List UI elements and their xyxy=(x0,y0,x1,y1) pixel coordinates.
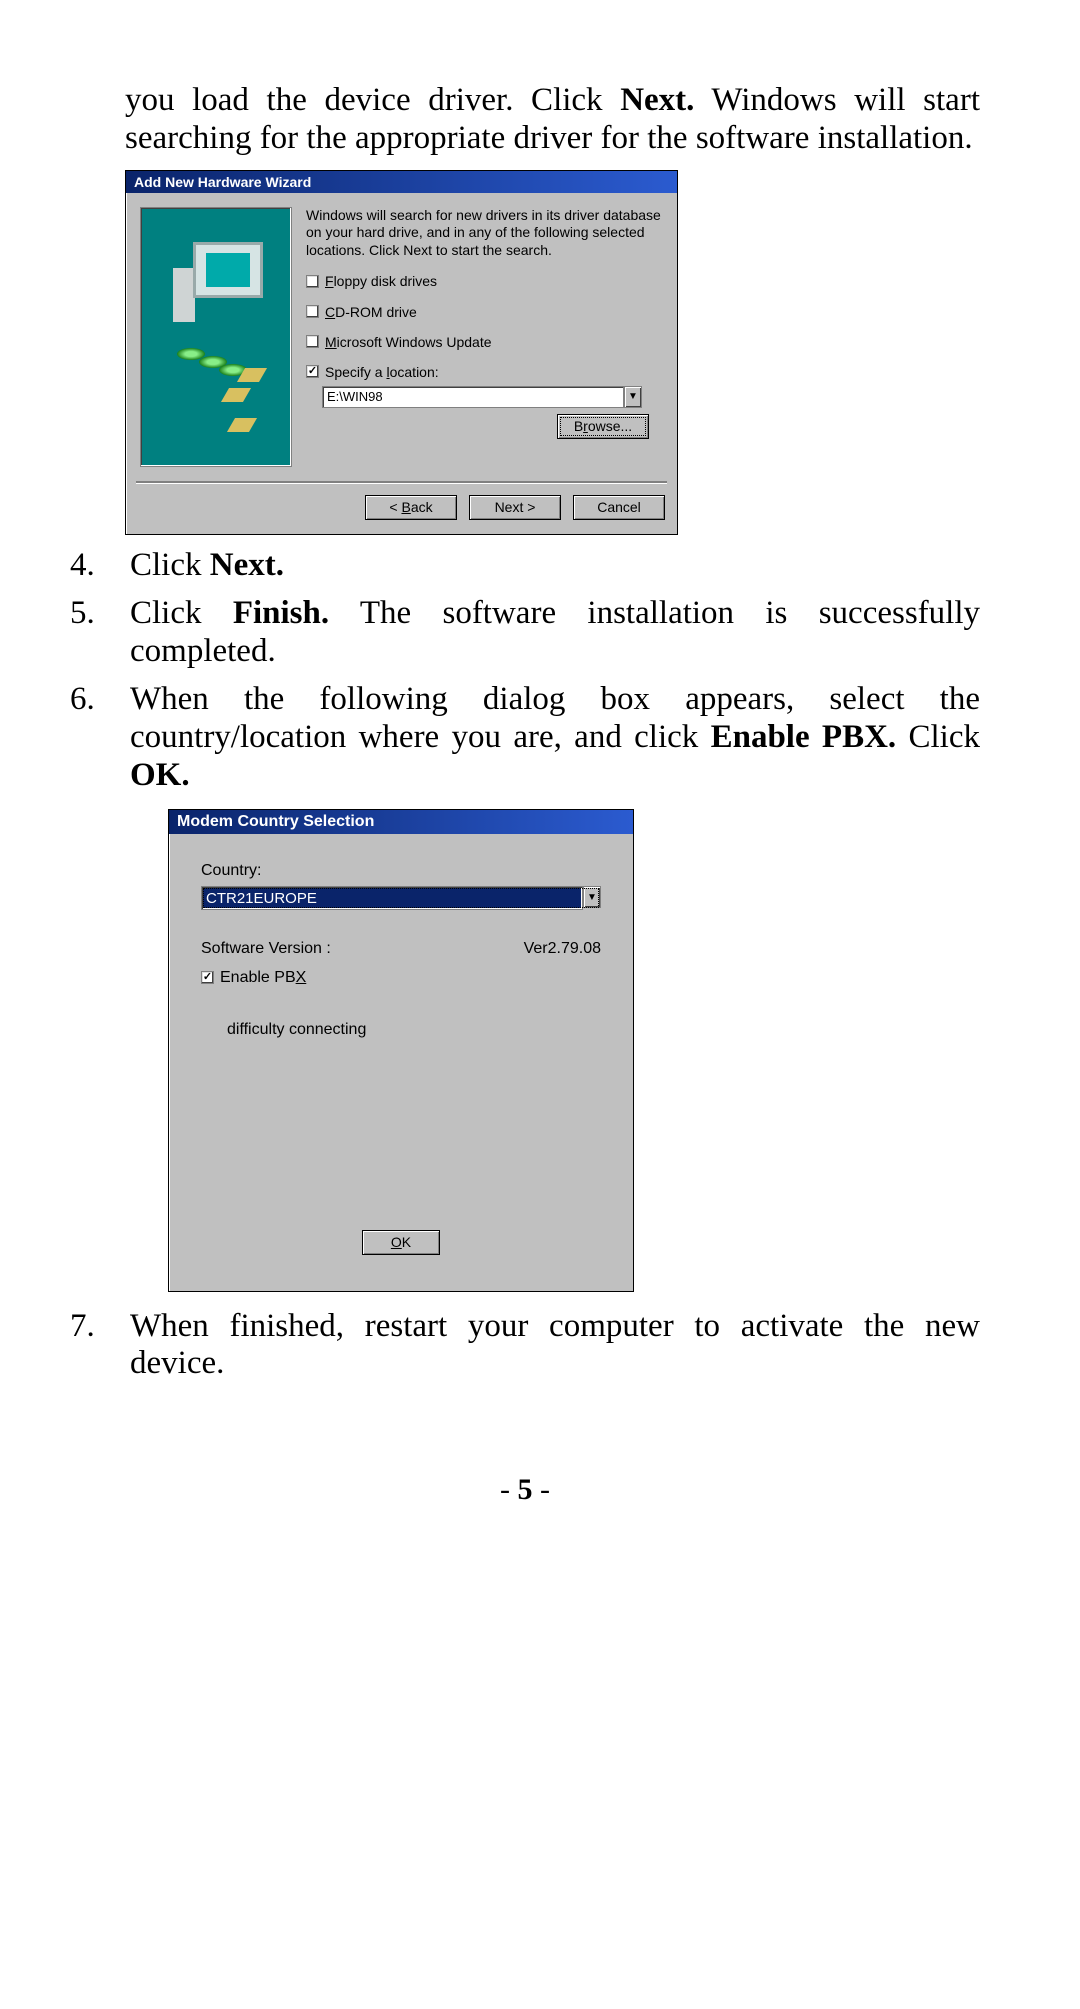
ok-button[interactable]: OK xyxy=(362,1230,440,1255)
specify-location-label: Specify a location: xyxy=(325,364,439,380)
next-button[interactable]: Next > xyxy=(469,495,561,520)
dropdown-button[interactable]: ▼ xyxy=(583,886,601,908)
modem-country-dialog: Modem Country Selection Country: ▼ Softw… xyxy=(168,809,634,1292)
country-combobox[interactable]: ▼ xyxy=(201,886,601,910)
hardware-wizard-dialog: Add New Hardware Wizard Windows will sea… xyxy=(125,170,678,535)
list-text: Click Finish. The software installation … xyxy=(130,595,980,671)
page-number: - 5 - xyxy=(70,1473,980,1508)
text: you load the device driver. Click xyxy=(125,82,620,118)
software-version-row: Software Version : Ver2.79.08 xyxy=(201,940,601,958)
wizard-footer: < Back Next > Cancel xyxy=(126,483,677,534)
checkbox-icon[interactable] xyxy=(306,305,319,318)
checkbox-icon[interactable] xyxy=(201,971,214,984)
floppy-checkbox-row[interactable]: Floppy disk drives xyxy=(306,273,665,289)
country-input[interactable] xyxy=(201,886,583,910)
list-item: 7. When finished, restart your computer … xyxy=(70,1308,980,1384)
cdrom-label: CD-ROM drive xyxy=(325,304,417,320)
list-number: 7. xyxy=(70,1308,108,1384)
wizard-right: Windows will search for new drivers in i… xyxy=(306,207,665,467)
msupdate-checkbox-row[interactable]: Microsoft Windows Update xyxy=(306,334,665,350)
software-version-label: Software Version : xyxy=(201,940,331,958)
modem-body: Country: ▼ Software Version : Ver2.79.08… xyxy=(169,834,633,1291)
cdrom-checkbox-row[interactable]: CD-ROM drive xyxy=(306,304,665,320)
specify-location-checkbox-row[interactable]: Specify a location: xyxy=(306,364,665,380)
wizard-graphic xyxy=(140,207,292,467)
list-number: 6. xyxy=(70,681,108,795)
list-text: When the following dialog box appears, s… xyxy=(130,681,980,795)
list-item: 5. Click Finish. The software installati… xyxy=(70,595,980,671)
enable-pbx-row[interactable]: Enable PBX xyxy=(201,969,601,987)
wizard-intro-text: Windows will search for new drivers in i… xyxy=(306,207,665,260)
instruction-list: 4. Click Next. 5. Click Finish. The soft… xyxy=(70,547,980,795)
location-combobox[interactable]: ▼ xyxy=(322,386,642,408)
instruction-list: 7. When finished, restart your computer … xyxy=(70,1308,980,1384)
chip-icon xyxy=(227,418,257,432)
back-button[interactable]: < Back xyxy=(365,495,457,520)
monitor-icon xyxy=(193,242,263,298)
next-word: Next. xyxy=(620,82,694,118)
list-number: 5. xyxy=(70,595,108,671)
floppy-label: Floppy disk drives xyxy=(325,273,437,289)
wizard-title-bar: Add New Hardware Wizard xyxy=(126,171,677,193)
list-text: When finished, restart your computer to … xyxy=(130,1308,980,1384)
browse-button[interactable]: Browse... xyxy=(557,414,649,439)
country-label: Country: xyxy=(201,862,601,880)
wizard-body: Windows will search for new drivers in i… xyxy=(126,193,677,477)
list-item: 4. Click Next. xyxy=(70,547,980,585)
checkbox-icon[interactable] xyxy=(306,365,319,378)
list-number: 4. xyxy=(70,547,108,585)
modem-title-bar: Modem Country Selection xyxy=(169,810,633,834)
list-text: Click Next. xyxy=(130,547,980,585)
enable-pbx-label: Enable PBX xyxy=(220,969,306,987)
chip-icon xyxy=(221,388,251,402)
checkbox-icon[interactable] xyxy=(306,335,319,348)
dropdown-button[interactable]: ▼ xyxy=(624,386,642,408)
intro-paragraph: you load the device driver. Click Next. … xyxy=(125,82,980,158)
cancel-button[interactable]: Cancel xyxy=(573,495,665,520)
list-item: 6. When the following dialog box appears… xyxy=(70,681,980,795)
difficulty-text: difficulty connecting xyxy=(227,1021,601,1039)
software-version-value: Ver2.79.08 xyxy=(524,940,601,958)
checkbox-icon[interactable] xyxy=(306,275,319,288)
tower-icon xyxy=(173,268,195,322)
msupdate-label: Microsoft Windows Update xyxy=(325,334,492,350)
location-input[interactable] xyxy=(322,386,624,408)
